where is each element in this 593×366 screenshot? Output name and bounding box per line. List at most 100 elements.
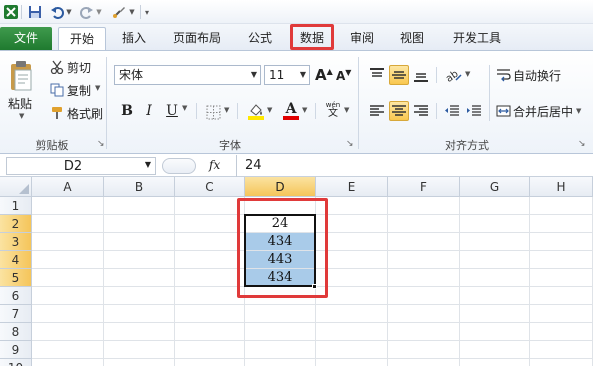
fill-color-dropdown-icon[interactable]: ▼ [267, 106, 272, 114]
font-color-dropdown-icon[interactable]: ▼ [302, 106, 307, 114]
formula-expand-handle[interactable] [162, 158, 196, 174]
column-header-c[interactable]: C [175, 177, 245, 197]
font-name-combo[interactable]: 宋体 ▼ [114, 65, 261, 85]
row-gridline [32, 322, 593, 323]
redo-dropdown-icon[interactable]: ▼ [95, 3, 103, 21]
fill-color-icon[interactable] [246, 101, 266, 121]
tab-data[interactable]: 数据 [292, 27, 332, 50]
row-header-3[interactable]: 3 [0, 233, 32, 251]
fill-handle[interactable] [312, 284, 317, 289]
paste-dropdown-icon[interactable]: ▼ [19, 112, 24, 120]
tab-developer[interactable]: 开发工具 [444, 27, 510, 50]
row-header-10[interactable]: 10 [0, 359, 32, 366]
row-header-8[interactable]: 8 [0, 323, 32, 341]
font-name-value: 宋体 [119, 68, 144, 82]
decrease-indent-icon[interactable] [442, 101, 462, 121]
align-top-icon[interactable] [367, 65, 387, 85]
insert-function-button[interactable]: fx [209, 158, 220, 172]
align-middle-icon[interactable] [389, 65, 409, 85]
excel-logo-icon[interactable] [3, 3, 19, 21]
copy-dropdown-icon[interactable]: ▼ [95, 84, 100, 92]
font-launcher-icon[interactable]: ↘ [346, 139, 354, 149]
tab-review[interactable]: 审阅 [342, 27, 382, 50]
clipboard-group-label: 剪贴板 [35, 139, 69, 152]
orientation-dropdown-icon[interactable]: ▼ [465, 70, 470, 78]
save-icon[interactable] [27, 3, 43, 21]
align-bottom-icon[interactable] [411, 65, 431, 85]
wrap-text-icon [495, 67, 511, 83]
tab-page-layout[interactable]: 页面布局 [166, 27, 228, 50]
column-header-b[interactable]: B [104, 177, 175, 197]
selection-range-border [244, 214, 316, 287]
copy-icon[interactable] [49, 82, 65, 98]
tab-home[interactable]: 开始 [58, 27, 106, 50]
customize-qa-icon[interactable]: ▾ [143, 3, 151, 21]
wrap-text-label: 自动换行 [513, 68, 562, 83]
format-painter-button[interactable]: 格式刷 [67, 105, 103, 121]
align-left-icon[interactable] [367, 101, 387, 121]
copy-button[interactable]: 复制 [67, 82, 91, 98]
phonetic-guide-button[interactable]: wén 文 [322, 99, 344, 121]
tab-formulas[interactable]: 公式 [238, 27, 282, 50]
align-center-icon[interactable] [389, 101, 409, 121]
chevron-down-icon[interactable]: ▼ [145, 160, 151, 169]
shrink-font-label: A [336, 69, 346, 83]
underline-button[interactable]: U [163, 101, 181, 121]
font-size-combo[interactable]: 11 ▼ [264, 65, 310, 85]
paste-icon[interactable] [6, 57, 36, 97]
wrap-text-button[interactable]: 自动换行 [495, 65, 561, 85]
select-all-corner[interactable] [0, 177, 32, 197]
merge-dropdown-icon[interactable]: ▼ [576, 107, 581, 115]
formula-input[interactable]: 24 [236, 155, 593, 177]
phonetic-dropdown-icon[interactable]: ▼ [344, 106, 349, 114]
row-header-2[interactable]: 2 [0, 215, 32, 233]
tab-file[interactable]: 文件 [0, 27, 52, 50]
name-box[interactable]: D2 ▼ [6, 157, 156, 175]
redo-icon[interactable] [79, 3, 95, 21]
alignment-launcher-icon[interactable]: ↘ [578, 139, 586, 149]
orientation-icon[interactable]: ab [443, 65, 465, 85]
increase-indent-icon[interactable] [464, 101, 484, 121]
chevron-down-icon[interactable]: ▼ [300, 66, 306, 84]
shrink-font-button[interactable]: A ▼ [336, 67, 351, 85]
column-header-g[interactable]: G [460, 177, 530, 197]
row-header-1[interactable]: 1 [0, 197, 32, 215]
column-header-a[interactable]: A [32, 177, 104, 197]
tab-insert[interactable]: 插入 [112, 27, 156, 50]
row-header-9[interactable]: 9 [0, 341, 32, 359]
underline-dropdown-icon[interactable]: ▼ [182, 104, 187, 112]
bold-button[interactable]: B [118, 101, 136, 121]
merge-center-label: 合并后居中 [513, 104, 574, 119]
row-gridline [32, 358, 593, 359]
cut-button[interactable]: 剪切 [67, 59, 91, 75]
name-box-value: D2 [63, 159, 83, 174]
paste-button[interactable]: 粘贴 [8, 95, 32, 111]
cut-icon[interactable] [49, 59, 65, 75]
formula-value: 24 [245, 158, 262, 173]
borders-icon[interactable] [204, 103, 222, 121]
merge-center-button[interactable]: 合并后居中 ▼ [495, 101, 581, 121]
clipboard-launcher-icon[interactable]: ↘ [97, 139, 105, 149]
column-header-h[interactable]: H [530, 177, 593, 197]
row-header-5[interactable]: 5 [0, 269, 32, 287]
chevron-down-icon[interactable]: ▼ [251, 66, 257, 84]
column-header-f[interactable]: F [388, 177, 460, 197]
undo-icon[interactable] [49, 3, 65, 21]
borders-dropdown-icon[interactable]: ▼ [224, 106, 229, 114]
grow-font-button[interactable]: A ▲ [315, 65, 333, 85]
undo-dropdown-icon[interactable]: ▼ [65, 3, 73, 21]
paintbrush-icon[interactable] [110, 3, 128, 21]
merge-center-icon [495, 103, 511, 119]
align-right-icon[interactable] [411, 101, 431, 121]
tool-dropdown-icon[interactable]: ▼ [128, 3, 136, 21]
format-painter-icon[interactable] [49, 105, 65, 121]
row-header-4[interactable]: 4 [0, 251, 32, 269]
row-gridline [32, 304, 593, 305]
italic-button[interactable]: I [140, 101, 158, 121]
font-color-icon[interactable]: A [281, 101, 301, 121]
row-header-7[interactable]: 7 [0, 305, 32, 323]
column-header-d[interactable]: D [245, 177, 316, 197]
column-header-e[interactable]: E [316, 177, 388, 197]
tab-view[interactable]: 视图 [392, 27, 432, 50]
row-header-6[interactable]: 6 [0, 287, 32, 305]
